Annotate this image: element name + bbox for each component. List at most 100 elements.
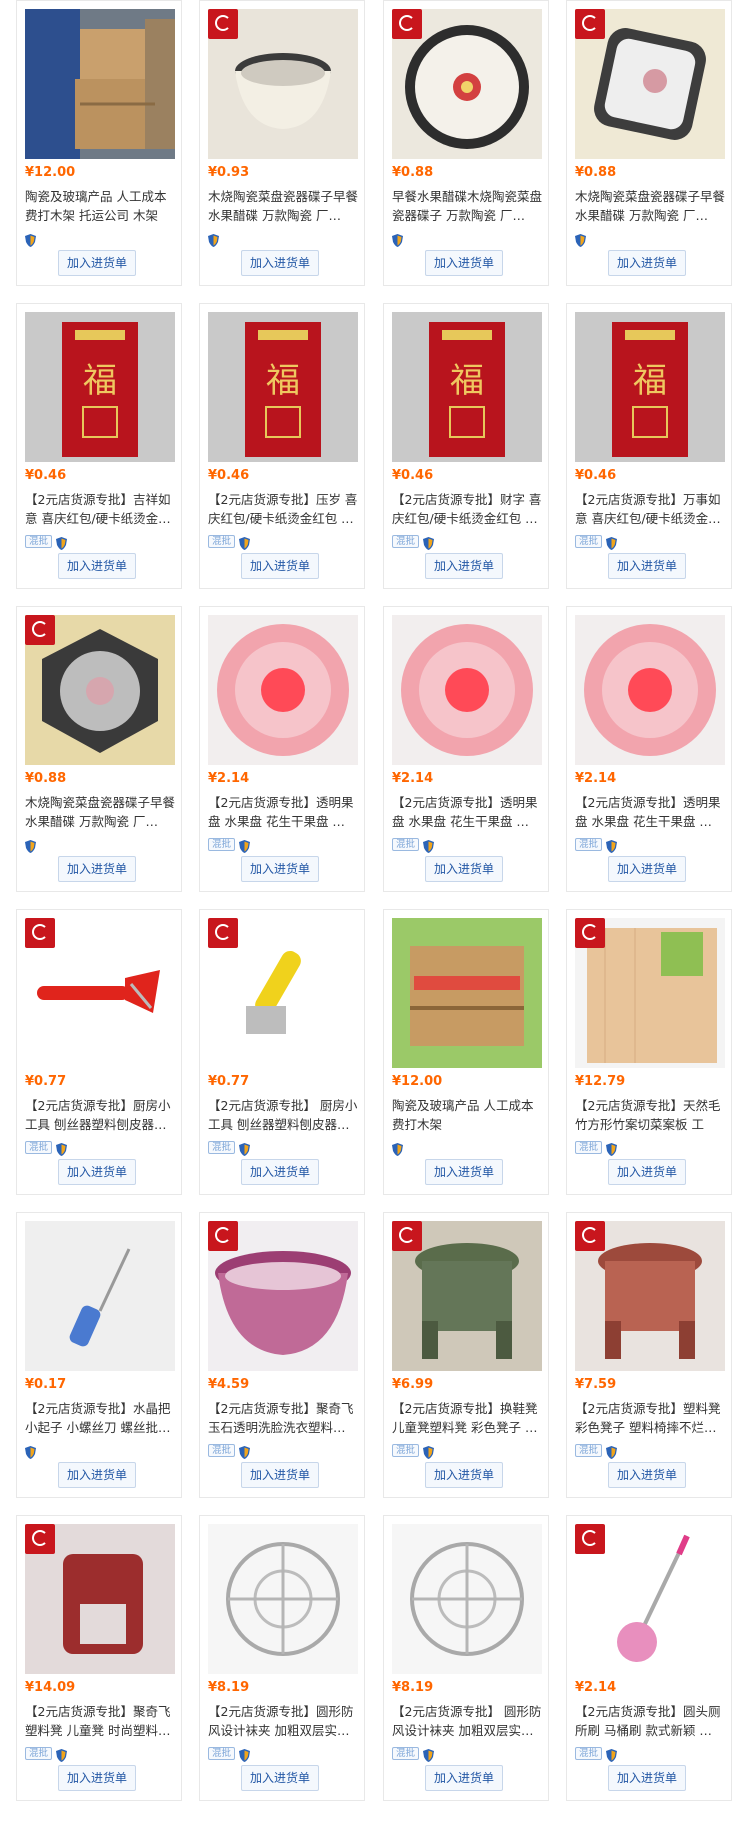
product-title[interactable]: 【2元店货源专批】 厨房小工具 刨丝器塑料刨皮器… bbox=[208, 1096, 358, 1134]
add-to-purchase-list-button[interactable]: 加入进货单 bbox=[608, 1462, 686, 1488]
add-to-purchase-list-button[interactable]: 加入进货单 bbox=[58, 250, 136, 276]
add-to-purchase-list-button[interactable]: 加入进货单 bbox=[608, 1765, 686, 1791]
add-to-purchase-list-button[interactable]: 加入进货单 bbox=[241, 1159, 319, 1185]
product-card[interactable]: ¥12.79 【2元店货源专批】天然毛竹方形竹案切菜案板 工艺… 混批加入进货单 bbox=[566, 909, 732, 1195]
product-image[interactable] bbox=[208, 9, 358, 159]
add-to-purchase-list-button[interactable]: 加入进货单 bbox=[58, 1159, 136, 1185]
product-card[interactable]: 福 ¥0.46 【2元店货源专批】万事如意 喜庆红包/硬卡纸烫金… 混批 加入进货单 bbox=[566, 303, 732, 589]
add-to-purchase-list-button[interactable]: 加入进货单 bbox=[241, 856, 319, 882]
product-card[interactable]: ¥0.77 【2元店货源专批】 厨房小工具 刨丝器塑料刨皮器… 混批 加入进货单 bbox=[199, 909, 365, 1195]
product-image[interactable] bbox=[208, 1524, 358, 1674]
add-to-purchase-list-button[interactable]: 加入进货单 bbox=[58, 553, 136, 579]
product-title[interactable]: 【2元店货源专批】换鞋凳 儿童凳塑料凳 彩色凳子 … bbox=[392, 1399, 542, 1437]
product-image[interactable] bbox=[575, 1221, 725, 1371]
product-price: ¥0.88 bbox=[392, 165, 434, 180]
product-title[interactable]: 陶瓷及玻璃产品 人工成本费打木架 bbox=[392, 1096, 542, 1134]
product-title[interactable]: 【2元店货源专批】压岁 喜庆红包/硬卡纸烫金红包 … bbox=[208, 490, 358, 528]
product-card[interactable]: 福 ¥0.46 【2元店货源专批】压岁 喜庆红包/硬卡纸烫金红包 … 混批 加入进货单 bbox=[199, 303, 365, 589]
add-to-purchase-list-button[interactable]: 加入进货单 bbox=[241, 250, 319, 276]
product-title[interactable]: 木烧陶瓷菜盘瓷器碟子早餐水果醋碟 万款陶瓷 厂… bbox=[208, 187, 358, 225]
product-title[interactable]: 【2元店货源专批】天然毛竹方形竹案切菜案板 工艺… bbox=[575, 1096, 725, 1134]
product-title[interactable]: 陶瓷及玻璃产品 人工成本费打木架 托运公司 木架 bbox=[25, 187, 175, 225]
product-card[interactable]: 福 ¥0.46 【2元店货源专批】财字 喜庆红包/硬卡纸烫金红包 … 混批 加入进货单 bbox=[383, 303, 549, 589]
product-card[interactable]: ¥14.09 【2元店货源专批】聚奇飞 塑料凳 儿童凳 时尚塑料… 混批 加入进货单 bbox=[16, 1515, 182, 1801]
product-title[interactable]: 【2元店货源专批】水晶把小起子 小螺丝刀 螺丝批… bbox=[25, 1399, 175, 1437]
product-card[interactable]: ¥2.14 【2元店货源专批】透明果盘 水果盘 花生干果盘 … 混批 加入进货单 bbox=[566, 606, 732, 892]
product-card[interactable]: ¥2.14 【2元店货源专批】圆头厕所刷 马桶刷 款式新颖 … 混批 加入进货单 bbox=[566, 1515, 732, 1801]
add-to-purchase-list-button[interactable]: 加入进货单 bbox=[58, 1765, 136, 1791]
add-to-purchase-list-button[interactable]: 加入进货单 bbox=[58, 856, 136, 882]
product-card[interactable]: ¥0.88 木烧陶瓷菜盘瓷器碟子早餐水果醋碟 万款陶瓷 厂… 加入进货单 bbox=[566, 0, 732, 286]
product-price: ¥14.09 bbox=[25, 1680, 76, 1695]
product-image[interactable] bbox=[25, 615, 175, 765]
product-card[interactable]: ¥6.99 【2元店货源专批】换鞋凳 儿童凳塑料凳 彩色凳子 … 混批 加入进货单 bbox=[383, 1212, 549, 1498]
product-image[interactable] bbox=[208, 615, 358, 765]
product-title[interactable]: 【2元店货源专批】吉祥如意 喜庆红包/硬卡纸烫金… bbox=[25, 490, 175, 528]
product-card[interactable]: ¥8.19 【2元店货源专批】 圆形防风设计袜夹 加粗双层实… 混批 加入进货单 bbox=[383, 1515, 549, 1801]
product-image[interactable] bbox=[25, 9, 175, 159]
product-title[interactable]: 【2元店货源专批】聚奇飞 塑料凳 儿童凳 时尚塑料… bbox=[25, 1702, 175, 1740]
product-image[interactable] bbox=[392, 615, 542, 765]
product-title[interactable]: 【2元店货源专批】圆头厕所刷 马桶刷 款式新颖 … bbox=[575, 1702, 725, 1740]
product-card[interactable]: ¥4.59 【2元店货源专批】聚奇飞玉石透明洗脸洗衣塑料… 混批 加入进货单 bbox=[199, 1212, 365, 1498]
product-image[interactable] bbox=[25, 1524, 175, 1674]
product-image[interactable]: 福 bbox=[575, 312, 725, 462]
product-card[interactable]: ¥2.14 【2元店货源专批】透明果盘 水果盘 花生干果盘 … 混批 加入进货单 bbox=[199, 606, 365, 892]
svg-text:福: 福 bbox=[450, 361, 484, 401]
product-title[interactable]: 早餐水果醋碟木烧陶瓷菜盘瓷器碟子 万款陶瓷 厂… bbox=[392, 187, 542, 225]
add-to-purchase-list-button[interactable]: 加入进货单 bbox=[608, 856, 686, 882]
add-to-purchase-list-button[interactable]: 加入进货单 bbox=[241, 553, 319, 579]
add-to-purchase-list-button[interactable]: 加入进货单 bbox=[425, 1462, 503, 1488]
add-to-purchase-list-button[interactable]: 加入进货单 bbox=[425, 856, 503, 882]
product-image[interactable] bbox=[575, 918, 725, 1068]
add-to-purchase-list-button[interactable]: 加入进货单 bbox=[608, 250, 686, 276]
product-title[interactable]: 【2元店货源专批】塑料凳 彩色凳子 塑料椅摔不烂… bbox=[575, 1399, 725, 1437]
add-to-purchase-list-button[interactable]: 加入进货单 bbox=[425, 1159, 503, 1185]
product-title[interactable]: 【2元店货源专批】圆形防风设计袜夹 加粗双层实… bbox=[208, 1702, 358, 1740]
product-image[interactable] bbox=[575, 9, 725, 159]
add-to-purchase-list-button[interactable]: 加入进货单 bbox=[58, 1462, 136, 1488]
product-image[interactable] bbox=[392, 9, 542, 159]
product-card[interactable]: ¥0.77 【2元店货源专批】厨房小工具 刨丝器塑料刨皮器… 混批 加入进货单 bbox=[16, 909, 182, 1195]
product-image[interactable] bbox=[575, 1524, 725, 1674]
product-image[interactable] bbox=[208, 918, 358, 1068]
product-image[interactable]: 福 bbox=[208, 312, 358, 462]
product-image[interactable] bbox=[25, 1221, 175, 1371]
add-to-purchase-list-button[interactable]: 加入进货单 bbox=[241, 1765, 319, 1791]
product-title[interactable]: 【2元店货源专批】万事如意 喜庆红包/硬卡纸烫金… bbox=[575, 490, 725, 528]
product-title[interactable]: 【2元店货源专批】透明果盘 水果盘 花生干果盘 … bbox=[208, 793, 358, 831]
product-image[interactable] bbox=[392, 918, 542, 1068]
product-card[interactable]: 福 ¥0.46 【2元店货源专批】吉祥如意 喜庆红包/硬卡纸烫金… 混批 加入进货单 bbox=[16, 303, 182, 589]
product-card[interactable]: ¥0.88 早餐水果醋碟木烧陶瓷菜盘瓷器碟子 万款陶瓷 厂… 加入进货单 bbox=[383, 0, 549, 286]
product-title[interactable]: 【2元店货源专批】厨房小工具 刨丝器塑料刨皮器… bbox=[25, 1096, 175, 1134]
product-title[interactable]: 【2元店货源专批】透明果盘 水果盘 花生干果盘 … bbox=[392, 793, 542, 831]
product-image[interactable] bbox=[392, 1221, 542, 1371]
product-title[interactable]: 【2元店货源专批】透明果盘 水果盘 花生干果盘 … bbox=[575, 793, 725, 831]
product-image[interactable]: 福 bbox=[25, 312, 175, 462]
add-to-purchase-list-button[interactable]: 加入进货单 bbox=[425, 1765, 503, 1791]
product-title[interactable]: 木烧陶瓷菜盘瓷器碟子早餐水果醋碟 万款陶瓷 厂… bbox=[575, 187, 725, 225]
add-to-purchase-list-button[interactable]: 加入进货单 bbox=[608, 553, 686, 579]
add-to-purchase-list-button[interactable]: 加入进货单 bbox=[608, 1159, 686, 1185]
product-card[interactable]: ¥0.17 【2元店货源专批】水晶把小起子 小螺丝刀 螺丝批… 加入进货单 bbox=[16, 1212, 182, 1498]
product-image[interactable] bbox=[575, 615, 725, 765]
product-card[interactable]: ¥12.00 陶瓷及玻璃产品 人工成本费打木架 托运公司 木架 加入进货单 bbox=[16, 0, 182, 286]
brand-logo bbox=[208, 918, 238, 948]
product-card[interactable]: ¥7.59 【2元店货源专批】塑料凳 彩色凳子 塑料椅摔不烂… 混批 加入进货单 bbox=[566, 1212, 732, 1498]
product-image[interactable] bbox=[25, 918, 175, 1068]
product-title[interactable]: 木烧陶瓷菜盘瓷器碟子早餐水果醋碟 万款陶瓷 厂… bbox=[25, 793, 175, 831]
product-image[interactable] bbox=[392, 1524, 542, 1674]
product-image[interactable]: 福 bbox=[392, 312, 542, 462]
product-card[interactable]: ¥8.19 【2元店货源专批】圆形防风设计袜夹 加粗双层实… 混批 加入进货单 bbox=[199, 1515, 365, 1801]
product-title[interactable]: 【2元店货源专批】财字 喜庆红包/硬卡纸烫金红包 … bbox=[392, 490, 542, 528]
add-to-purchase-list-button[interactable]: 加入进货单 bbox=[425, 250, 503, 276]
product-card[interactable]: ¥0.93 木烧陶瓷菜盘瓷器碟子早餐水果醋碟 万款陶瓷 厂… 加入进货单 bbox=[199, 0, 365, 286]
add-to-purchase-list-button[interactable]: 加入进货单 bbox=[425, 553, 503, 579]
product-card[interactable]: ¥12.00 陶瓷及玻璃产品 人工成本费打木架 加入进货单 bbox=[383, 909, 549, 1195]
product-title[interactable]: 【2元店货源专批】 圆形防风设计袜夹 加粗双层实… bbox=[392, 1702, 542, 1740]
product-image[interactable] bbox=[208, 1221, 358, 1371]
add-to-purchase-list-button[interactable]: 加入进货单 bbox=[241, 1462, 319, 1488]
product-card[interactable]: ¥0.88 木烧陶瓷菜盘瓷器碟子早餐水果醋碟 万款陶瓷 厂… 加入进货单 bbox=[16, 606, 182, 892]
product-card[interactable]: ¥2.14 【2元店货源专批】透明果盘 水果盘 花生干果盘 … 混批 加入进货单 bbox=[383, 606, 549, 892]
product-title[interactable]: 【2元店货源专批】聚奇飞玉石透明洗脸洗衣塑料… bbox=[208, 1399, 358, 1437]
